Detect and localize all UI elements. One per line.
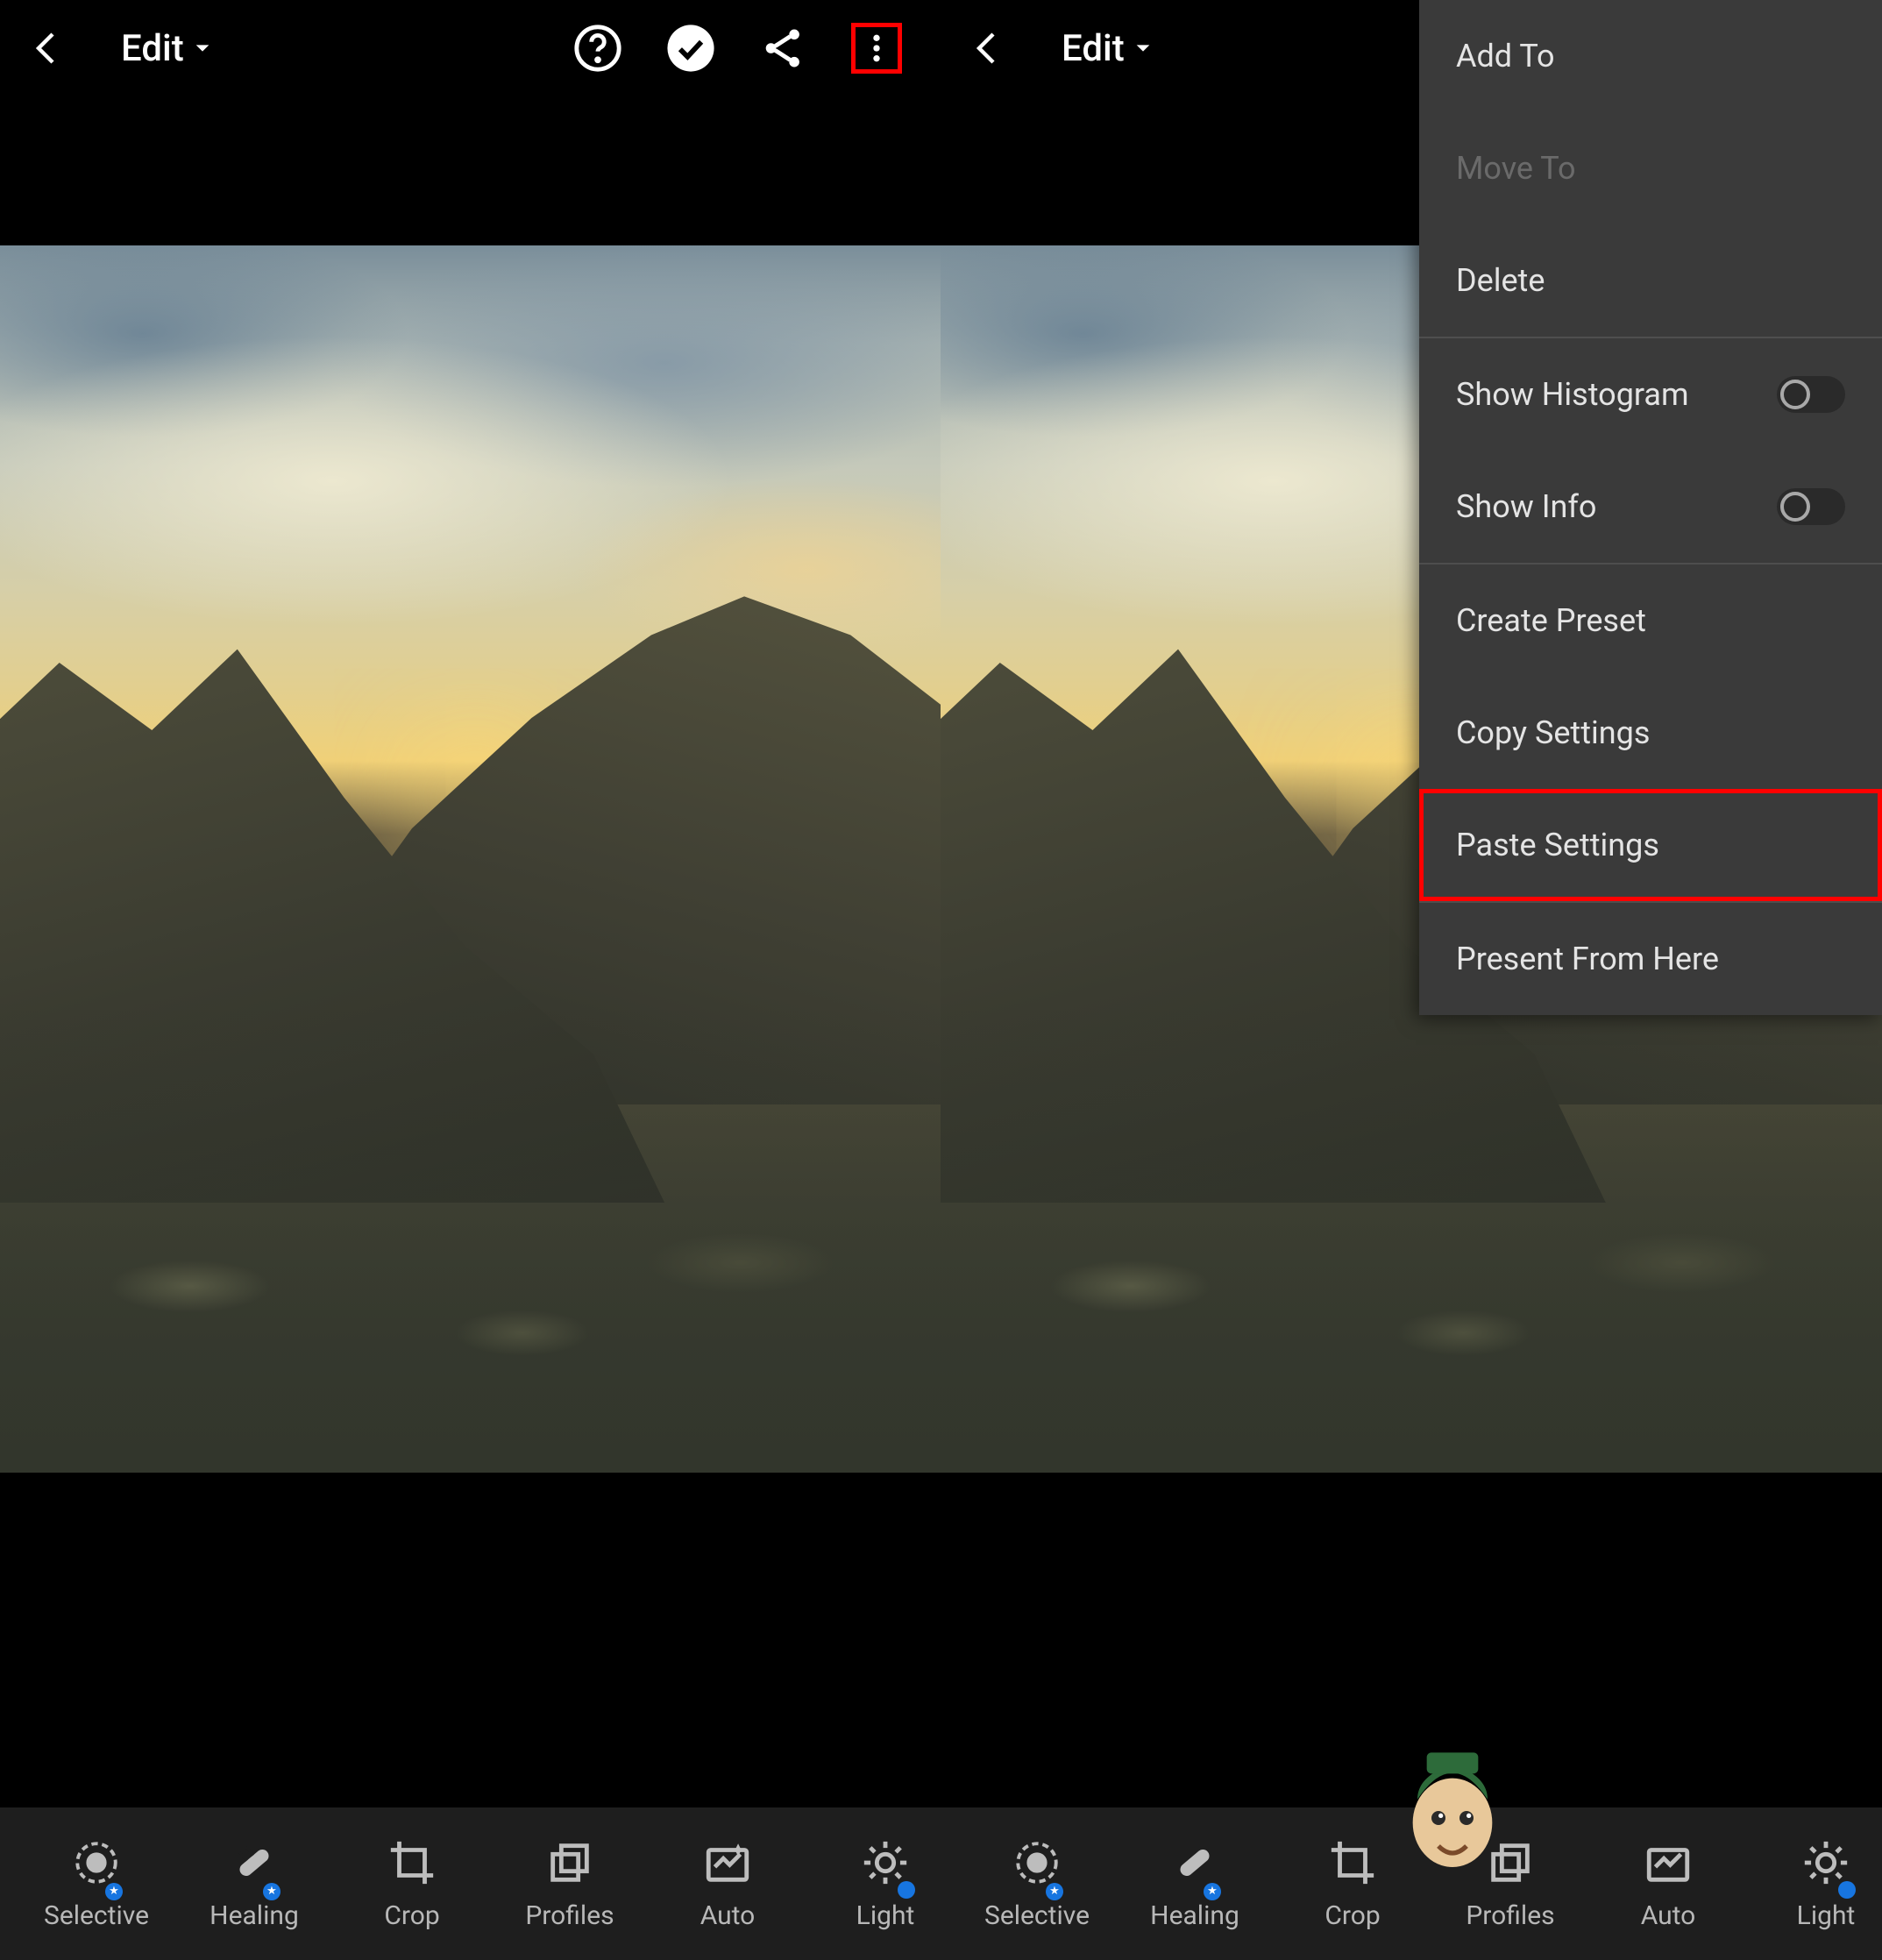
selective-icon — [1012, 1837, 1062, 1888]
tool-label: Healing — [1150, 1900, 1239, 1931]
auto-icon — [1643, 1837, 1694, 1888]
light-icon — [1800, 1837, 1851, 1888]
toggle-switch[interactable] — [1777, 488, 1845, 525]
screen-left: Edit Selective Healin — [0, 0, 941, 1960]
tool-healing[interactable]: Healing — [175, 1837, 333, 1931]
arrow-left-icon — [967, 27, 1009, 69]
photo-foreground — [0, 1006, 941, 1473]
tool-label: Auto — [1641, 1900, 1696, 1931]
menu-create-preset[interactable]: Create Preset — [1419, 565, 1882, 677]
tool-healing[interactable]: Healing — [1116, 1837, 1274, 1931]
caret-down-icon — [1133, 39, 1153, 58]
tool-selective[interactable]: Selective — [18, 1837, 175, 1931]
tool-strip: Selective Healing Crop Profiles Auto Lig… — [0, 1807, 941, 1960]
menu-item-label: Show Histogram — [1456, 376, 1689, 413]
more-options-button[interactable] — [851, 23, 902, 74]
share-icon — [758, 23, 809, 74]
edit-indicator-icon — [1838, 1881, 1856, 1899]
toggle-switch[interactable] — [1777, 376, 1845, 413]
tool-auto[interactable]: Auto — [1589, 1837, 1747, 1931]
arrow-left-icon — [26, 27, 68, 69]
crop-icon — [387, 1837, 437, 1888]
edit-mode-dropdown[interactable]: Edit — [1062, 27, 1153, 70]
auto-icon — [702, 1837, 753, 1888]
edit-mode-label: Edit — [121, 27, 184, 70]
menu-item-label: Create Preset — [1456, 602, 1646, 639]
crop-icon — [1327, 1837, 1378, 1888]
tool-label: Crop — [1325, 1900, 1380, 1931]
premium-badge-icon — [1046, 1883, 1063, 1900]
healing-icon — [1169, 1837, 1220, 1888]
tool-selective[interactable]: Selective — [958, 1837, 1116, 1931]
tool-label: Auto — [700, 1900, 756, 1931]
tool-label: Light — [856, 1900, 915, 1931]
photo-foreground — [941, 1006, 1882, 1473]
tool-light[interactable]: Light — [806, 1837, 941, 1931]
healing-icon — [229, 1837, 280, 1888]
profiles-icon — [1485, 1837, 1536, 1888]
menu-add-to[interactable]: Add To — [1419, 0, 1882, 112]
menu-present-from-here[interactable]: Present From Here — [1419, 903, 1882, 1015]
more-vertical-icon — [859, 31, 894, 66]
menu-paste-settings[interactable]: Paste Settings — [1419, 789, 1882, 901]
back-button[interactable] — [967, 27, 1009, 69]
tool-label: Selective — [984, 1900, 1090, 1931]
menu-item-label: Show Info — [1456, 488, 1596, 525]
edit-mode-dropdown[interactable]: Edit — [121, 27, 212, 70]
menu-move-to: Move To — [1419, 112, 1882, 224]
menu-show-histogram[interactable]: Show Histogram — [1419, 338, 1882, 451]
menu-item-label: Move To — [1456, 150, 1576, 187]
topbar: Edit — [0, 0, 941, 96]
menu-show-info[interactable]: Show Info — [1419, 451, 1882, 563]
share-button[interactable] — [758, 23, 809, 74]
selective-icon — [71, 1837, 122, 1888]
check-circle-icon — [665, 23, 716, 74]
tool-crop[interactable]: Crop — [1274, 1837, 1431, 1931]
tool-label: Selective — [44, 1900, 149, 1931]
edit-indicator-icon — [898, 1881, 915, 1899]
tool-crop[interactable]: Crop — [333, 1837, 491, 1931]
menu-item-label: Present From Here — [1456, 941, 1719, 977]
tool-auto[interactable]: Auto — [649, 1837, 806, 1931]
tool-label: Profiles — [525, 1900, 614, 1931]
tool-label: Profiles — [1466, 1900, 1554, 1931]
profiles-icon — [544, 1837, 595, 1888]
help-button[interactable] — [572, 23, 623, 74]
tool-light[interactable]: Light — [1747, 1837, 1882, 1931]
menu-item-label: Paste Settings — [1456, 827, 1659, 863]
tool-profiles[interactable]: Profiles — [1431, 1837, 1589, 1931]
caret-down-icon — [193, 39, 212, 58]
help-icon — [572, 23, 623, 74]
more-options-menu: Add To Move To Delete Show Histogram Sho… — [1419, 0, 1882, 1015]
menu-item-label: Delete — [1456, 262, 1545, 299]
premium-badge-icon — [1204, 1883, 1221, 1900]
premium-badge-icon — [105, 1883, 123, 1900]
light-icon — [860, 1837, 911, 1888]
menu-delete[interactable]: Delete — [1419, 224, 1882, 337]
tool-profiles[interactable]: Profiles — [491, 1837, 649, 1931]
photo-canvas[interactable] — [0, 245, 941, 1473]
tool-label: Healing — [210, 1900, 299, 1931]
menu-copy-settings[interactable]: Copy Settings — [1419, 677, 1882, 789]
menu-item-label: Add To — [1456, 38, 1555, 75]
screen-right: Edit Add To Move To Delete Show Histogra… — [941, 0, 1882, 1960]
tool-label: Crop — [384, 1900, 439, 1931]
premium-badge-icon — [263, 1883, 281, 1900]
tool-label: Light — [1797, 1900, 1856, 1931]
tool-strip: Selective Healing Crop Profiles Auto Lig… — [941, 1807, 1882, 1960]
menu-item-label: Copy Settings — [1456, 714, 1650, 751]
back-button[interactable] — [26, 27, 68, 69]
edit-mode-label: Edit — [1062, 27, 1125, 70]
cloud-status-button[interactable] — [665, 23, 716, 74]
